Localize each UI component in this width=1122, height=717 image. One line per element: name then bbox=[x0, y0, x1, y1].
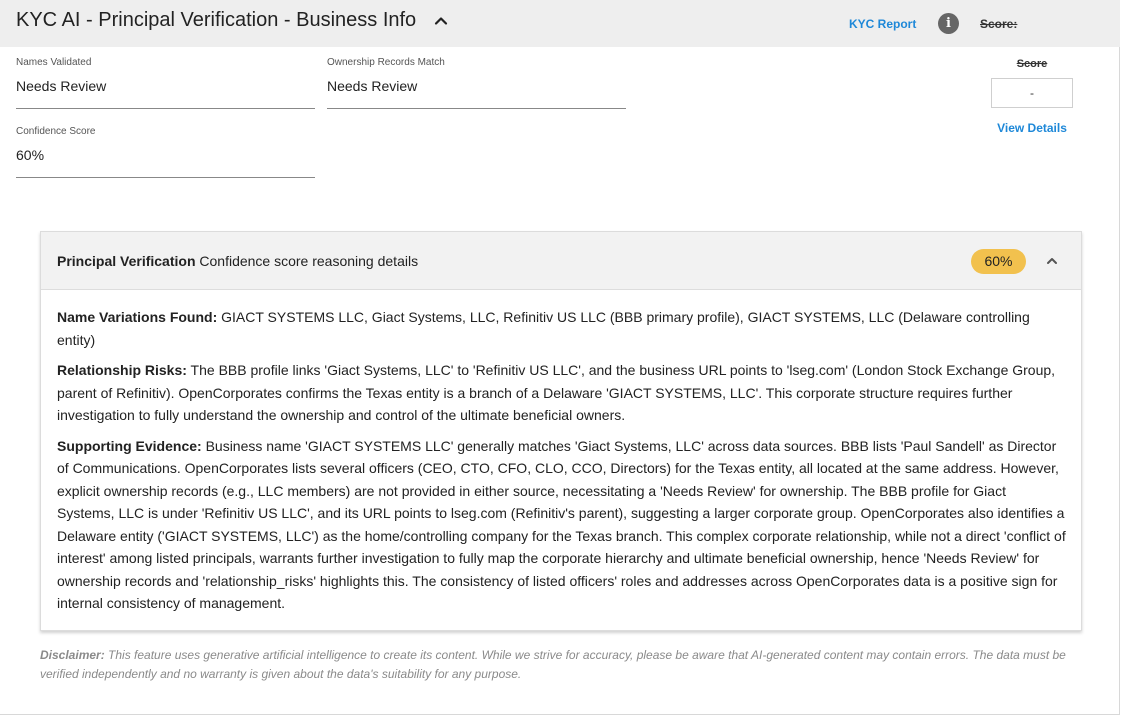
supporting-evidence-paragraph: Supporting Evidence: Business name 'GIAC… bbox=[57, 435, 1067, 615]
panel-title-bold: Principal Verification bbox=[57, 253, 196, 269]
score-box: - bbox=[991, 78, 1073, 108]
confidence-score-value[interactable]: 60% bbox=[16, 140, 315, 178]
kyc-ai-page: KYC AI - Principal Verification - Busine… bbox=[0, 0, 1120, 715]
section-text: The BBB profile links 'Giact Systems, LL… bbox=[57, 362, 1056, 423]
section-heading: Supporting Evidence: bbox=[57, 437, 202, 454]
score-label: Score bbox=[1016, 58, 1048, 70]
names-validated-value[interactable]: Needs Review bbox=[16, 71, 315, 109]
section-text: Business name 'GIACT SYSTEMS LLC' genera… bbox=[57, 437, 1066, 612]
confidence-badge: 60% bbox=[971, 249, 1026, 274]
section-heading: Name Variations Found: bbox=[57, 309, 218, 325]
panel-title-rest: Confidence score reasoning details bbox=[195, 253, 419, 269]
names-validated-label: Names Validated bbox=[16, 57, 92, 68]
name-variations-paragraph: Name Variations Found: GIACT SYSTEMS LLC… bbox=[57, 306, 1067, 351]
confidence-score-field[interactable]: Confidence Score 60% bbox=[16, 126, 315, 178]
page-title: KYC AI - Principal Verification - Busine… bbox=[16, 9, 417, 31]
reasoning-panel-header[interactable]: Principal Verification Confidence score … bbox=[41, 232, 1081, 290]
view-details-link[interactable]: View Details bbox=[991, 121, 1073, 135]
reasoning-panel: Principal Verification Confidence score … bbox=[40, 231, 1082, 631]
confidence-score-label: Confidence Score bbox=[16, 126, 96, 137]
chevron-up-icon[interactable] bbox=[432, 12, 450, 30]
header-bar: KYC AI - Principal Verification - Busine… bbox=[0, 0, 1120, 47]
reasoning-panel-body: Name Variations Found: GIACT SYSTEMS LLC… bbox=[57, 306, 1067, 623]
ownership-records-value[interactable]: Needs Review bbox=[327, 71, 626, 109]
kyc-report-link[interactable]: KYC Report bbox=[849, 17, 916, 31]
disclaimer-text: This feature uses generative artificial … bbox=[40, 648, 1066, 681]
ownership-records-field[interactable]: Ownership Records Match Needs Review bbox=[327, 57, 626, 109]
disclaimer: Disclaimer: This feature uses generative… bbox=[40, 646, 1082, 683]
names-validated-field[interactable]: Names Validated Needs Review bbox=[16, 57, 315, 109]
header-score-label: Score: bbox=[980, 17, 1018, 31]
chevron-up-icon[interactable] bbox=[1043, 252, 1061, 270]
panel-title: Principal Verification Confidence score … bbox=[57, 253, 418, 269]
info-icon[interactable]: i bbox=[938, 13, 959, 34]
relationship-risks-paragraph: Relationship Risks: The BBB profile link… bbox=[57, 359, 1067, 427]
section-heading: Relationship Risks: bbox=[57, 362, 187, 378]
ownership-records-label: Ownership Records Match bbox=[327, 57, 445, 68]
disclaimer-label: Disclaimer: bbox=[40, 648, 105, 662]
